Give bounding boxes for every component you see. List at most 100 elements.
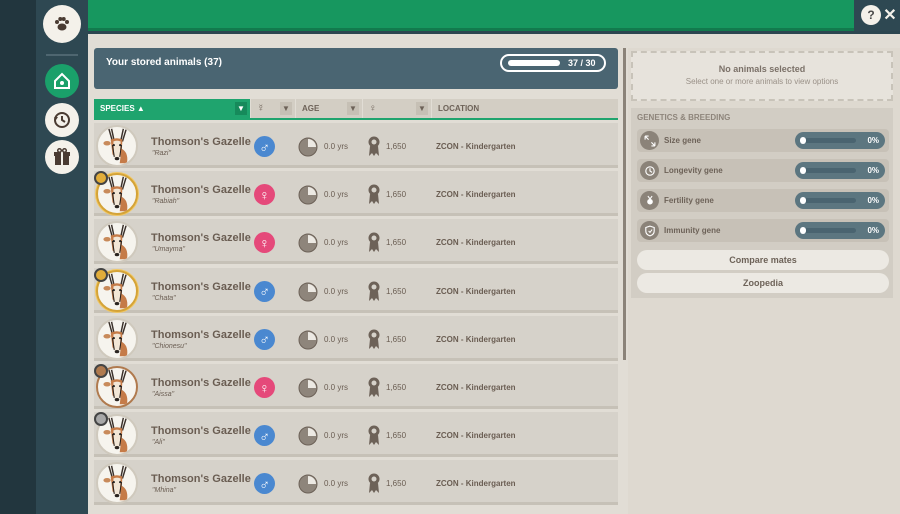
age-pie-icon	[298, 282, 318, 302]
gazelle-portrait	[103, 225, 128, 260]
fertility-filter-icon[interactable]: ▼	[416, 102, 428, 115]
fertility-ribbon-icon	[368, 184, 380, 205]
age-pie-icon	[298, 474, 318, 494]
paw-icon	[55, 17, 69, 31]
capacity-bar-fill	[508, 60, 560, 66]
gene-label: Longevity gene	[664, 166, 723, 175]
gene-fill	[800, 227, 806, 234]
column-age-label: AGE	[302, 104, 320, 113]
gazelle-portrait	[103, 466, 128, 501]
sidebar-divider	[46, 54, 78, 56]
animal-nickname: "Aissa"	[152, 391, 175, 398]
animal-location: ZCON - Kindergarten	[436, 383, 516, 392]
gene-value: 0%	[867, 226, 879, 235]
animal-row[interactable]: Thomson's Gazelle "Rabiah" ♀ 0.0 yrs 1,650 ZC…	[94, 171, 618, 217]
gift-button[interactable]	[45, 140, 79, 174]
gene-bar: 0%	[795, 132, 885, 149]
animal-nickname: "Umayma"	[152, 246, 185, 254]
female-sex-icon: ♀	[254, 377, 275, 398]
selection-subtitle: Select one or more animals to view optio…	[685, 77, 839, 86]
species-filter-icon[interactable]: ▼	[235, 102, 247, 115]
animal-nickname: "Mhina"	[152, 487, 177, 495]
gene-row: Size gene 0%	[637, 129, 889, 152]
male-sex-icon: ♂	[254, 473, 275, 495]
animal-fertility: 1,650	[386, 142, 407, 151]
sidebar	[36, 0, 88, 514]
gene-bar: 0%	[795, 192, 885, 209]
animal-row[interactable]: Thomson's Gazelle "Mhina" ♂ 0.0 yrs 1,650 ZCO…	[94, 460, 618, 506]
animal-species: Thomson's Gazelle	[151, 473, 251, 486]
animal-row[interactable]: Thomson's Gazelle "Chata" ♂ 0.0 yrs 1,650 ZCO…	[94, 267, 618, 313]
close-button[interactable]: ✕	[882, 5, 898, 25]
animal-species: Thomson's Gazelle	[151, 232, 251, 245]
stored-animals-header: Your stored animals (37) 37 / 30	[94, 48, 618, 89]
animal-nickname: "Chata"	[152, 294, 176, 302]
gene-value: 0%	[867, 136, 879, 145]
animal-species: Thomson's Gazelle	[151, 184, 251, 197]
help-button[interactable]: ?	[861, 5, 881, 25]
animal-age: 0.0 yrs	[324, 479, 349, 489]
column-header-species[interactable]: SPECIES ▲ ▼	[94, 99, 250, 118]
selection-placeholder: No animals selected Select one or more a…	[631, 51, 893, 101]
capacity-bar	[508, 60, 560, 66]
gene-row: Immunity gene 0%	[637, 219, 889, 242]
male-sex-icon: ♂	[254, 136, 275, 157]
male-sex-icon: ♂	[254, 328, 275, 350]
gene-bar: 0%	[795, 222, 885, 239]
female-sex-icon: ♀	[254, 232, 275, 254]
gene-row: Fertility gene 0%	[637, 189, 889, 212]
animal-avatar	[96, 221, 138, 264]
animal-age: 0.0 yrs	[324, 190, 349, 200]
size-icon	[640, 131, 659, 150]
female-sex-icon: ♀	[254, 184, 275, 206]
sex-filter-icon[interactable]: ▼	[280, 102, 292, 115]
storage-house-icon	[54, 72, 70, 89]
animal-row[interactable]: Thomson's Gazelle "Razi" ♂ 0.0 yrs 1,650 ZCON…	[94, 123, 618, 168]
animal-fertility: 1,650	[386, 238, 407, 248]
animal-nickname: "Rabiah"	[152, 198, 180, 206]
animal-age: 0.0 yrs	[324, 142, 349, 151]
age-filter-icon[interactable]: ▼	[347, 102, 359, 115]
column-header-location[interactable]: LOCATION	[432, 99, 618, 118]
history-button[interactable]	[45, 103, 79, 137]
fertility-ribbon-icon	[368, 329, 380, 349]
age-pie-icon	[298, 426, 318, 446]
animal-avatar	[96, 125, 138, 167]
paw-button[interactable]	[43, 5, 81, 43]
capacity-indicator: 37 / 30	[500, 54, 606, 72]
animal-row[interactable]: Thomson's Gazelle "Chionesu" ♂ 0.0 yrs 1,650…	[94, 315, 618, 361]
fertility-ribbon-icon	[368, 281, 380, 301]
compare-mates-button[interactable]: Compare mates	[637, 250, 889, 270]
male-sex-icon: ♂	[254, 425, 275, 447]
column-fertility-icon: ♀	[369, 103, 377, 114]
age-pie-icon	[298, 185, 318, 205]
age-pie-icon	[298, 378, 318, 398]
list-scrollbar[interactable]	[623, 48, 626, 360]
storage-button[interactable]	[45, 64, 79, 98]
animal-row[interactable]: Thomson's Gazelle "Umayma" ♀ 0.0 yrs 1,650 ZC…	[94, 219, 618, 265]
animal-location: ZCON - Kindergarten	[436, 334, 516, 344]
gene-fill	[800, 137, 806, 144]
fertility-ribbon-icon	[368, 136, 380, 156]
animal-age: 0.0 yrs	[324, 238, 349, 248]
animal-fertility: 1,650	[386, 190, 407, 200]
fertility-icon	[640, 191, 659, 210]
gene-label: Size gene	[664, 136, 701, 145]
animal-row[interactable]: Thomson's Gazelle "Aissa" ♀ 0.0 yrs 1,650 ZCO…	[94, 364, 618, 409]
gazelle-portrait	[103, 321, 128, 356]
gold-medal-icon	[94, 267, 108, 282]
animal-row[interactable]: Thomson's Gazelle "Ali" ♂ 0.0 yrs 1,650 ZCON …	[94, 412, 618, 458]
column-header-sex[interactable]: ☿ ▼	[251, 99, 295, 118]
column-header-fertility[interactable]: ♀ ▼	[363, 99, 431, 118]
history-icon	[54, 112, 70, 128]
age-pie-icon	[298, 330, 318, 350]
stored-animals-title: Your stored animals (37)	[106, 57, 222, 68]
zoopedia-button[interactable]: Zoopedia	[637, 273, 889, 293]
gene-label: Immunity gene	[664, 226, 721, 235]
column-header-age[interactable]: AGE ▼	[296, 99, 362, 118]
animal-fertility: 1,650	[386, 286, 407, 296]
animal-species: Thomson's Gazelle	[151, 328, 251, 341]
column-species-label: SPECIES ▲	[100, 104, 145, 113]
animal-nickname: "Chionesu"	[152, 342, 187, 350]
animal-location: ZCON - Kindergarten	[436, 142, 516, 151]
